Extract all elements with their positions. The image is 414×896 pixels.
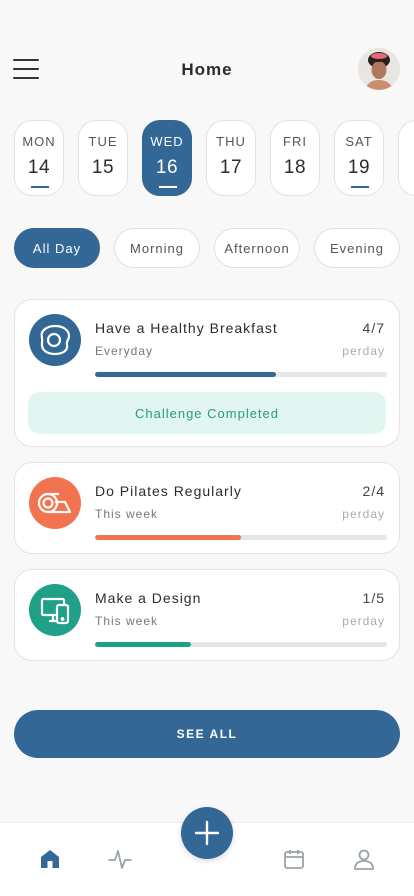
habit-frequency: Everyday xyxy=(95,344,154,358)
day-fri[interactable]: FRI 18 xyxy=(270,120,320,196)
day-sun[interactable]: S 2 xyxy=(398,120,414,196)
see-all-button[interactable]: SEE ALL xyxy=(14,710,400,758)
habit-progress-track xyxy=(95,642,387,647)
habit-progress-fill xyxy=(95,372,277,377)
day-number: 16 xyxy=(155,157,179,178)
page-title: Home xyxy=(181,60,233,79)
habit-card-breakfast[interactable]: Have a Healthy Breakfast Everyday 4/7 pe… xyxy=(14,299,400,447)
habit-progress-fill xyxy=(95,535,241,540)
user-avatar[interactable] xyxy=(358,48,400,90)
activity-icon[interactable] xyxy=(106,845,134,873)
day-number: 19 xyxy=(347,157,371,178)
filter-morning[interactable]: Morning xyxy=(114,228,200,268)
day-number: 15 xyxy=(91,157,115,178)
calendar-icon[interactable] xyxy=(280,845,308,873)
day-name: MON xyxy=(22,134,56,149)
day-name: FRI xyxy=(283,134,307,149)
habit-unit: perday xyxy=(342,614,385,628)
habit-count: 4/7 xyxy=(362,320,385,336)
day-tue[interactable]: TUE 15 xyxy=(78,120,128,196)
app-header: Home xyxy=(0,44,414,96)
yoga-mat-icon xyxy=(29,477,81,529)
habit-title: Have a Healthy Breakfast xyxy=(95,320,278,336)
day-number: 17 xyxy=(219,157,243,178)
day-number: 2 xyxy=(399,157,414,179)
habit-unit: perday xyxy=(342,507,385,521)
day-number: 14 xyxy=(27,157,51,178)
day-number: 18 xyxy=(283,157,307,178)
day-wed[interactable]: WED 16 xyxy=(142,120,192,196)
habit-unit: perday xyxy=(342,344,385,358)
day-thu[interactable]: THU 17 xyxy=(206,120,256,196)
week-day-selector: MON 14 TUE 15 WED 16 THU 17 FRI 18 SAT 1… xyxy=(14,120,414,198)
habit-progress-fill xyxy=(95,642,192,647)
fried-egg-icon xyxy=(29,314,81,366)
day-name: WED xyxy=(150,134,184,149)
add-icon xyxy=(194,820,220,846)
filter-all-day[interactable]: All Day xyxy=(14,228,100,268)
habit-title: Do Pilates Regularly xyxy=(95,483,242,499)
habit-title: Make a Design xyxy=(95,590,202,606)
day-name: THU xyxy=(216,134,246,149)
home-icon[interactable] xyxy=(36,845,64,873)
profile-icon[interactable] xyxy=(350,845,378,873)
time-filter-bar: All Day Morning Afternoon Evening xyxy=(14,228,414,270)
day-sat[interactable]: SAT 19 xyxy=(334,120,384,196)
filter-afternoon[interactable]: Afternoon xyxy=(214,228,300,268)
day-name: SAT xyxy=(345,134,373,149)
challenge-completed-banner: Challenge Completed xyxy=(28,392,386,434)
day-name: TUE xyxy=(88,134,118,149)
day-marker xyxy=(31,186,49,188)
habit-progress-track xyxy=(95,372,387,377)
habit-progress-track xyxy=(95,535,387,540)
habit-frequency: This week xyxy=(95,507,159,521)
day-name: S xyxy=(399,134,414,149)
day-marker xyxy=(159,186,177,188)
habit-frequency: This week xyxy=(95,614,159,628)
habit-count: 2/4 xyxy=(362,483,385,499)
habit-count: 1/5 xyxy=(362,590,385,606)
habit-card-pilates[interactable]: Do Pilates Regularly This week 2/4 perda… xyxy=(14,462,400,554)
habit-card-design[interactable]: Make a Design This week 1/5 perday xyxy=(14,569,400,661)
day-mon[interactable]: MON 14 xyxy=(14,120,64,196)
filter-evening[interactable]: Evening xyxy=(314,228,400,268)
devices-icon xyxy=(29,584,81,636)
add-habit-button[interactable] xyxy=(181,807,233,859)
day-marker xyxy=(351,186,369,188)
